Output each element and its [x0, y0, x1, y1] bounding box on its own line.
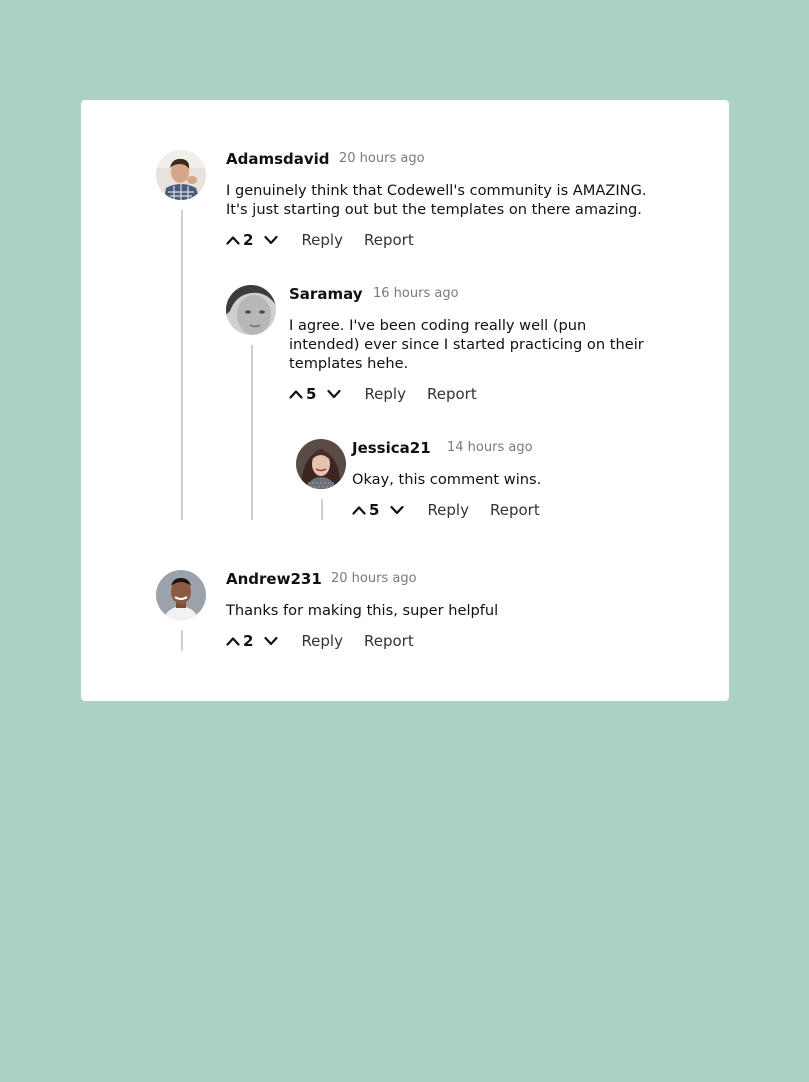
- avatar[interactable]: [296, 439, 346, 489]
- avatar-jessica21-image: [296, 439, 346, 489]
- vote-count: 2: [243, 632, 254, 650]
- upvote-button[interactable]: [226, 235, 240, 245]
- downvote-button[interactable]: [264, 235, 279, 245]
- vote-count: 2: [243, 231, 254, 249]
- reply-button[interactable]: Reply: [427, 501, 469, 519]
- downvote-button[interactable]: [264, 636, 279, 646]
- chevron-down-icon: [264, 235, 279, 245]
- chevron-up-icon: [226, 637, 240, 646]
- avatar-adamsdavid-image: [156, 150, 206, 200]
- report-button[interactable]: Report: [364, 231, 414, 249]
- comment-timestamp: 16 hours ago: [373, 286, 459, 301]
- avatar[interactable]: [156, 150, 206, 200]
- avatar[interactable]: [156, 570, 206, 620]
- comment-text: Okay, this comment wins.: [352, 471, 542, 488]
- report-button[interactable]: Report: [490, 501, 540, 519]
- vote-count: 5: [369, 501, 380, 519]
- chevron-up-icon: [352, 506, 366, 515]
- comment-username[interactable]: Saramay: [289, 285, 363, 303]
- upvote-button[interactable]: [289, 389, 303, 399]
- report-button[interactable]: Report: [364, 632, 414, 650]
- chevron-up-icon: [226, 236, 240, 245]
- reply-button[interactable]: Reply: [364, 385, 406, 403]
- comment-actions: 2 Reply Report: [226, 630, 414, 652]
- upvote-button[interactable]: [226, 636, 240, 646]
- thread-line-adamsdavid: [181, 210, 183, 520]
- avatar[interactable]: [226, 285, 276, 335]
- comment-timestamp: 20 hours ago: [331, 571, 417, 586]
- chevron-down-icon: [390, 505, 405, 515]
- report-button[interactable]: Report: [427, 385, 477, 403]
- comment-text: I agree. I've been coding really well (p…: [289, 317, 644, 372]
- comment-text: Thanks for making this, super helpful: [226, 602, 499, 619]
- chevron-up-icon: [289, 390, 303, 399]
- comment-actions: 5 Reply Report: [289, 383, 477, 405]
- comment-timestamp: 20 hours ago: [339, 151, 425, 166]
- comments-card: Adamsdavid 20 hours ago I genuinely thin…: [81, 100, 729, 701]
- reply-button[interactable]: Reply: [301, 632, 343, 650]
- thread-line-jessica21: [321, 499, 323, 520]
- reply-button[interactable]: Reply: [301, 231, 343, 249]
- comment-actions: 2 Reply Report: [226, 229, 414, 251]
- comment-text: I genuinely think that Codewell's commun…: [226, 182, 647, 218]
- comment-username[interactable]: Adamsdavid: [226, 150, 330, 168]
- thread-line-saramay: [251, 345, 253, 520]
- upvote-button[interactable]: [352, 505, 366, 515]
- comment-username[interactable]: Andrew231: [226, 570, 322, 588]
- chevron-down-icon: [264, 636, 279, 646]
- comment-timestamp: 14 hours ago: [447, 440, 533, 455]
- thread-line-andrew231: [181, 630, 183, 651]
- vote-count: 5: [306, 385, 317, 403]
- avatar-andrew231-image: [156, 570, 206, 620]
- comment-actions: 5 Reply Report: [352, 499, 540, 521]
- downvote-button[interactable]: [390, 505, 405, 515]
- avatar-saramay-image: [226, 285, 276, 335]
- comment-username[interactable]: Jessica21: [352, 439, 431, 457]
- chevron-down-icon: [327, 389, 342, 399]
- downvote-button[interactable]: [327, 389, 342, 399]
